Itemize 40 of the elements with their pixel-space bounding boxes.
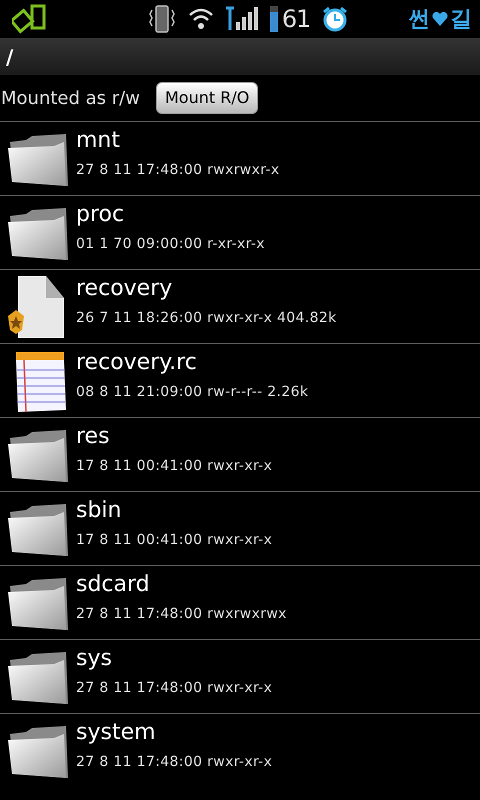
battery-icon xyxy=(270,6,278,32)
file-details: 01 1 70 09:00:00 r-xr-xr-x xyxy=(76,235,265,254)
file-details: 27 8 11 17:48:00 rwxr-xr-x xyxy=(76,753,272,772)
current-path: / xyxy=(6,44,14,70)
battery-percent: 61 xyxy=(282,7,310,31)
file-row[interactable]: recovery.rc 08 8 11 21:09:00 rw-r--r-- 2.26k xyxy=(0,343,480,417)
file-name: recovery xyxy=(76,275,174,303)
phones-icon xyxy=(12,4,48,34)
file-details: 27 8 11 17:48:00 rwxrwxrwx xyxy=(76,605,287,624)
vibrate-icon xyxy=(148,4,176,34)
mount-button[interactable]: Mount R/O xyxy=(156,82,258,114)
file-details: 27 8 11 17:48:00 rwxrwxr-x xyxy=(76,161,280,180)
carrier-text: 썬 xyxy=(408,6,430,34)
heart-icon xyxy=(432,12,448,26)
file-name: recovery.rc xyxy=(76,349,198,377)
signal-icon xyxy=(226,6,258,32)
file-row[interactable]: sdcard 27 8 11 17:48:00 rwxrwxrwx xyxy=(0,565,480,639)
wifi-icon xyxy=(188,7,214,31)
file-details: 17 8 11 00:41:00 rwxr-xr-x xyxy=(76,531,272,550)
file-row[interactable]: system 27 8 11 17:48:00 rwxr-xr-x xyxy=(0,713,480,787)
file-name: sbin xyxy=(76,497,122,525)
file-name: sys xyxy=(76,645,113,673)
carrier-text: 길 xyxy=(450,6,472,34)
mount-status: Mounted as r/w xyxy=(1,86,140,110)
file-name: proc xyxy=(76,201,126,229)
file-name: res xyxy=(76,423,111,451)
file-details: 08 8 11 21:09:00 rw-r--r-- 2.26k xyxy=(76,383,308,402)
file-row[interactable]: proc 01 1 70 09:00:00 r-xr-xr-x xyxy=(0,195,480,269)
file-row[interactable]: recovery 26 7 11 18:26:00 rwxr-xr-x 404.82k xyxy=(0,269,480,343)
file-name: sdcard xyxy=(76,571,151,599)
file-row[interactable]: sys 27 8 11 17:48:00 rwxr-xr-x xyxy=(0,639,480,713)
file-name: mnt xyxy=(76,127,121,155)
file-details: 26 7 11 18:26:00 rwxr-xr-x 404.82k xyxy=(76,309,337,328)
file-details: 17 8 11 00:41:00 rwxr-xr-x xyxy=(76,457,272,476)
alarm-clock-icon xyxy=(322,6,348,32)
file-details: 27 8 11 17:48:00 rwxr-xr-x xyxy=(76,679,272,698)
file-row[interactable]: sbin 17 8 11 00:41:00 rwxr-xr-x xyxy=(0,491,480,565)
file-row[interactable]: mnt 27 8 11 17:48:00 rwxrwxr-x xyxy=(0,121,480,195)
file-row[interactable]: res 17 8 11 00:41:00 rwxr-xr-x xyxy=(0,417,480,491)
file-name: system xyxy=(76,719,157,747)
